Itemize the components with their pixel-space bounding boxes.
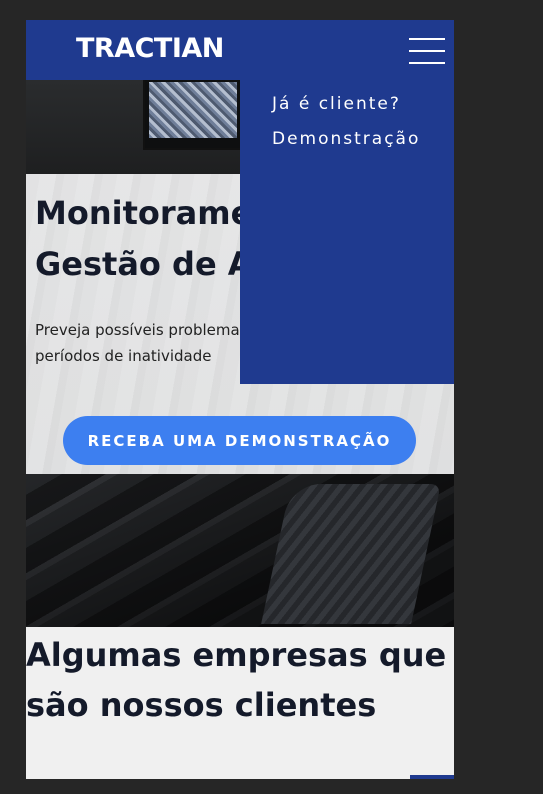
site-header: TRACTIAN	[26, 20, 454, 80]
request-demo-button[interactable]: RECEBA UMA DEMONSTRAÇÃO	[63, 416, 416, 465]
menu-item-demo[interactable]: Demonstração	[272, 129, 420, 149]
clients-title-line-1: Algumas empresas que	[26, 636, 447, 674]
clients-title-line-2: são nossos clientes	[26, 686, 377, 724]
tractian-logo[interactable]: TRACTIAN	[76, 33, 224, 64]
control-room-photo	[26, 474, 454, 627]
chair-image	[261, 484, 441, 624]
browser-viewport: Monitoramento e Gestão de Ativos Preveja…	[26, 20, 454, 779]
nav-dropdown-menu: Já é cliente? Demonstração	[240, 80, 454, 384]
floating-widget[interactable]	[410, 775, 454, 779]
hamburger-icon[interactable]	[409, 38, 445, 64]
menu-item-client-login[interactable]: Já é cliente?	[272, 94, 401, 114]
monitor-image	[143, 76, 245, 150]
clients-section-title: Algumas empresas que são nossos clientes	[26, 630, 454, 730]
